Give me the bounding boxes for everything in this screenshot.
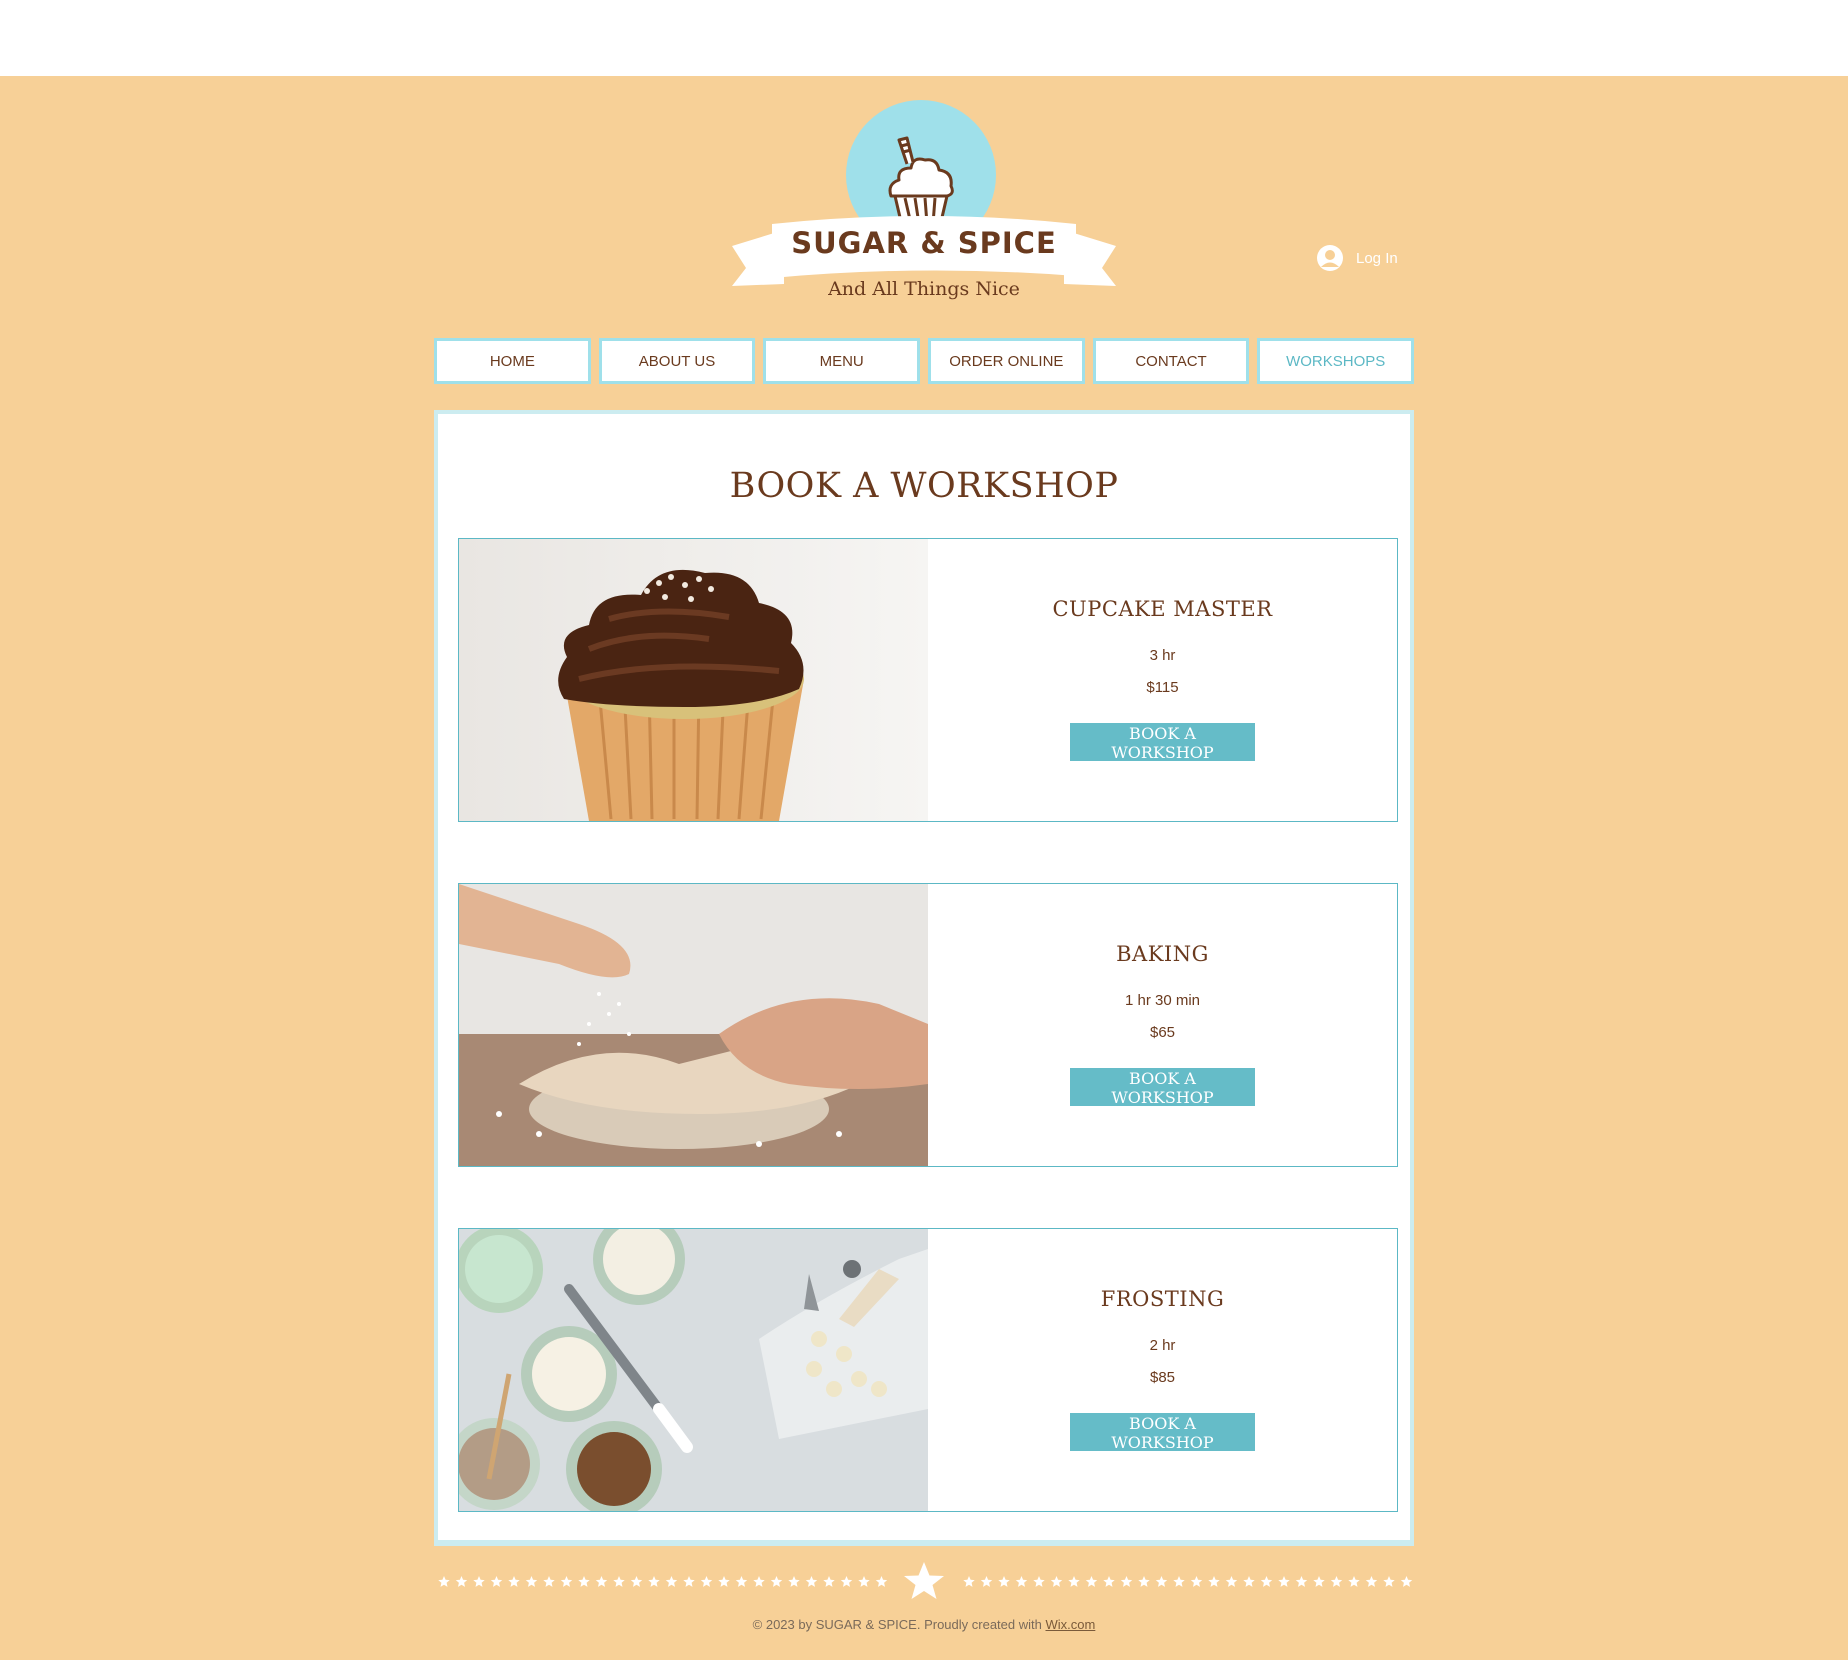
page-title: BOOK A WORKSHOP bbox=[729, 466, 1119, 506]
small-star-icon bbox=[1103, 1576, 1115, 1587]
workshop-duration: 2 hr bbox=[1149, 1337, 1176, 1354]
small-star-icon bbox=[595, 1576, 608, 1587]
small-star-icon bbox=[1365, 1576, 1378, 1587]
top-bar bbox=[0, 0, 1848, 76]
small-star-icon bbox=[1155, 1576, 1168, 1587]
nav-item-about-us[interactable]: ABOUT US bbox=[598, 338, 756, 384]
small-star-icon bbox=[998, 1576, 1010, 1587]
small-star-icon bbox=[963, 1576, 975, 1587]
small-star-icon bbox=[823, 1576, 835, 1587]
small-star-icon bbox=[525, 1576, 538, 1587]
cupcake-photo bbox=[459, 539, 928, 821]
nav-item-order-online[interactable]: ORDER ONLINE bbox=[928, 338, 1085, 384]
small-star-icon bbox=[490, 1576, 503, 1587]
small-star-icon bbox=[1050, 1576, 1063, 1587]
brand-name: SUGAR & SPICE bbox=[791, 226, 1057, 260]
small-star-icon bbox=[438, 1576, 450, 1587]
small-star-icon bbox=[578, 1576, 590, 1587]
small-star-icon bbox=[1225, 1576, 1238, 1587]
small-star-icon bbox=[1120, 1576, 1133, 1587]
small-star-icon bbox=[630, 1576, 643, 1587]
small-star-icon bbox=[1278, 1576, 1290, 1587]
book-workshop-button[interactable]: BOOK A WORKSHOP bbox=[1070, 723, 1255, 762]
small-star-icon bbox=[473, 1576, 485, 1587]
small-star-icon bbox=[455, 1576, 468, 1587]
small-star-icon bbox=[560, 1576, 573, 1587]
workshop-name: BAKING bbox=[1116, 942, 1209, 966]
nav-item-workshops[interactable]: WORKSHOPS bbox=[1257, 338, 1415, 384]
small-star-icon bbox=[1190, 1576, 1203, 1587]
small-star-icon bbox=[1383, 1576, 1395, 1587]
small-star-icon bbox=[1138, 1576, 1150, 1587]
workshops-section: BOOK A WORKSHOP CUPCAKE MASTER 3 hr $115… bbox=[434, 410, 1414, 1546]
small-star-icon bbox=[770, 1576, 783, 1587]
site-logo[interactable]: SUGAR & SPICE And All Things Nice bbox=[724, 98, 1124, 300]
small-star-icon bbox=[683, 1576, 695, 1587]
large-star-icon bbox=[904, 1562, 944, 1599]
small-star-icon bbox=[543, 1576, 555, 1587]
small-star-icon bbox=[875, 1576, 888, 1587]
workshop-info: FROSTING 2 hr $85 BOOK A WORKSHOP bbox=[928, 1229, 1397, 1511]
workshop-duration: 3 hr bbox=[1149, 647, 1176, 664]
frosting-photo bbox=[459, 1229, 928, 1511]
footer: © 2023 by SUGAR & SPICE. Proudly created… bbox=[0, 1617, 1848, 1632]
footer-wix-link[interactable]: Wix.com bbox=[1046, 1617, 1096, 1632]
small-star-icon bbox=[1348, 1576, 1360, 1587]
small-star-icon bbox=[788, 1576, 800, 1587]
book-workshop-button[interactable]: BOOK A WORKSHOP bbox=[1070, 1413, 1255, 1452]
workshop-info: CUPCAKE MASTER 3 hr $115 BOOK A WORKSHOP bbox=[928, 539, 1397, 821]
baking-photo bbox=[459, 884, 928, 1166]
small-star-icon bbox=[858, 1576, 870, 1587]
workshop-card: FROSTING 2 hr $85 BOOK A WORKSHOP bbox=[458, 1228, 1398, 1512]
small-star-icon bbox=[508, 1576, 520, 1587]
main-nav: HOME ABOUT US MENU ORDER ONLINE CONTACT … bbox=[434, 338, 1415, 384]
small-star-icon bbox=[1085, 1576, 1098, 1587]
small-star-icon bbox=[1208, 1576, 1220, 1587]
book-workshop-button[interactable]: BOOK A WORKSHOP bbox=[1070, 1068, 1255, 1107]
workshop-info: BAKING 1 hr 30 min $65 BOOK A WORKSHOP bbox=[928, 884, 1397, 1166]
small-star-icon bbox=[700, 1576, 713, 1587]
small-star-icon bbox=[840, 1576, 853, 1587]
user-avatar-icon bbox=[1317, 245, 1343, 271]
nav-item-menu[interactable]: MENU bbox=[763, 338, 921, 384]
login-button[interactable]: Log In bbox=[1316, 244, 1398, 272]
workshop-price: $115 bbox=[1146, 679, 1179, 696]
small-star-icon bbox=[718, 1576, 730, 1587]
login-label: Log In bbox=[1356, 249, 1398, 267]
small-star-icon bbox=[613, 1576, 625, 1587]
small-star-icon bbox=[1173, 1576, 1185, 1587]
small-star-icon bbox=[648, 1576, 660, 1587]
footer-text: © 2023 by SUGAR & SPICE. Proudly created… bbox=[752, 1617, 1042, 1632]
small-star-icon bbox=[1068, 1576, 1080, 1587]
workshop-price: $85 bbox=[1149, 1369, 1176, 1386]
small-star-icon bbox=[1015, 1576, 1028, 1587]
workshop-name: CUPCAKE MASTER bbox=[1052, 597, 1273, 621]
small-star-icon bbox=[1243, 1576, 1255, 1587]
small-star-icon bbox=[1400, 1576, 1413, 1587]
workshop-duration: 1 hr 30 min bbox=[1124, 992, 1201, 1009]
small-star-icon bbox=[805, 1576, 818, 1587]
brand-tagline: And All Things Nice bbox=[828, 278, 1020, 300]
small-star-icon bbox=[753, 1576, 765, 1587]
small-star-icon bbox=[980, 1576, 993, 1587]
small-star-icon bbox=[1033, 1576, 1045, 1587]
small-star-icon bbox=[665, 1576, 678, 1587]
workshop-card: BAKING 1 hr 30 min $65 BOOK A WORKSHOP bbox=[458, 883, 1398, 1167]
workshop-name: FROSTING bbox=[1100, 1287, 1225, 1311]
star-divider bbox=[438, 1562, 1413, 1599]
small-star-icon bbox=[1260, 1576, 1273, 1587]
nav-item-contact[interactable]: CONTACT bbox=[1092, 338, 1250, 384]
nav-item-home[interactable]: HOME bbox=[434, 338, 591, 384]
small-star-icon bbox=[1313, 1576, 1325, 1587]
small-star-icon bbox=[1330, 1576, 1343, 1587]
cupcake-icon bbox=[732, 136, 1116, 286]
small-star-icon bbox=[1295, 1576, 1308, 1587]
workshop-card: CUPCAKE MASTER 3 hr $115 BOOK A WORKSHOP bbox=[458, 538, 1398, 822]
small-star-icon bbox=[735, 1576, 748, 1587]
workshop-price: $65 bbox=[1149, 1024, 1176, 1041]
